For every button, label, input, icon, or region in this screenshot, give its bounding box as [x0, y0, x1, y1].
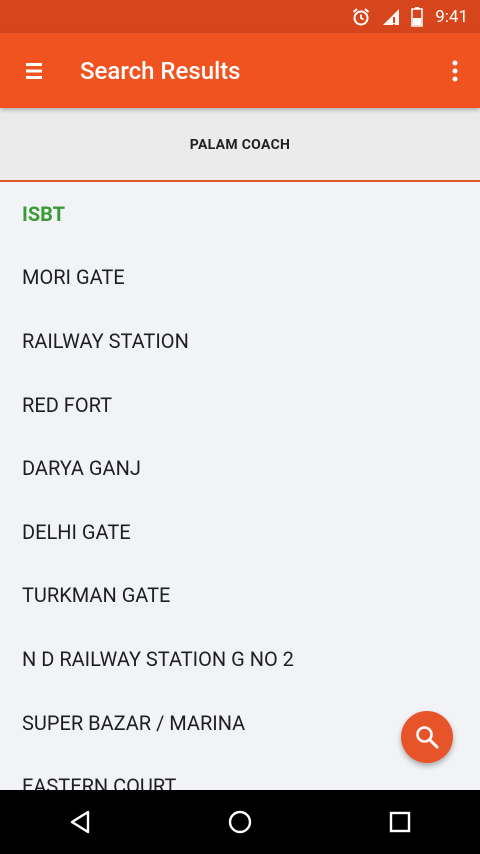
tab-label: PALAM COACH: [189, 137, 291, 153]
home-icon[interactable]: [200, 790, 280, 854]
list-item[interactable]: DELHI GATE: [0, 500, 480, 564]
battery-icon: [411, 6, 423, 27]
list-item[interactable]: EASTERN COURT: [0, 754, 480, 790]
search-fab-button[interactable]: [401, 711, 453, 763]
status-time: 9:41: [435, 6, 468, 27]
list-item[interactable]: DARYA GANJ: [0, 436, 480, 500]
recents-icon[interactable]: [360, 790, 440, 854]
list-item[interactable]: TURKMAN GATE: [0, 564, 480, 628]
hamburger-menu-icon[interactable]: [4, 33, 64, 108]
search-icon: [414, 724, 440, 750]
back-icon[interactable]: [40, 790, 120, 854]
alarm-icon: [351, 7, 371, 27]
app-bar: Search Results: [0, 33, 480, 108]
status-bar: 9:41: [0, 0, 480, 33]
page-title: Search Results: [80, 56, 241, 85]
list-item[interactable]: RAILWAY STATION: [0, 309, 480, 373]
stop-list[interactable]: ISBT MORI GATE RAILWAY STATION RED FORT …: [0, 182, 480, 790]
signal-icon: [381, 7, 401, 27]
list-item[interactable]: N D RAILWAY STATION G NO 2: [0, 627, 480, 691]
list-item[interactable]: RED FORT: [0, 373, 480, 437]
list-item[interactable]: ISBT: [0, 182, 480, 246]
tab-palam-coach[interactable]: PALAM COACH: [0, 108, 480, 182]
more-vert-icon[interactable]: [430, 33, 480, 108]
list-item[interactable]: MORI GATE: [0, 246, 480, 310]
navigation-bar: [0, 790, 480, 854]
